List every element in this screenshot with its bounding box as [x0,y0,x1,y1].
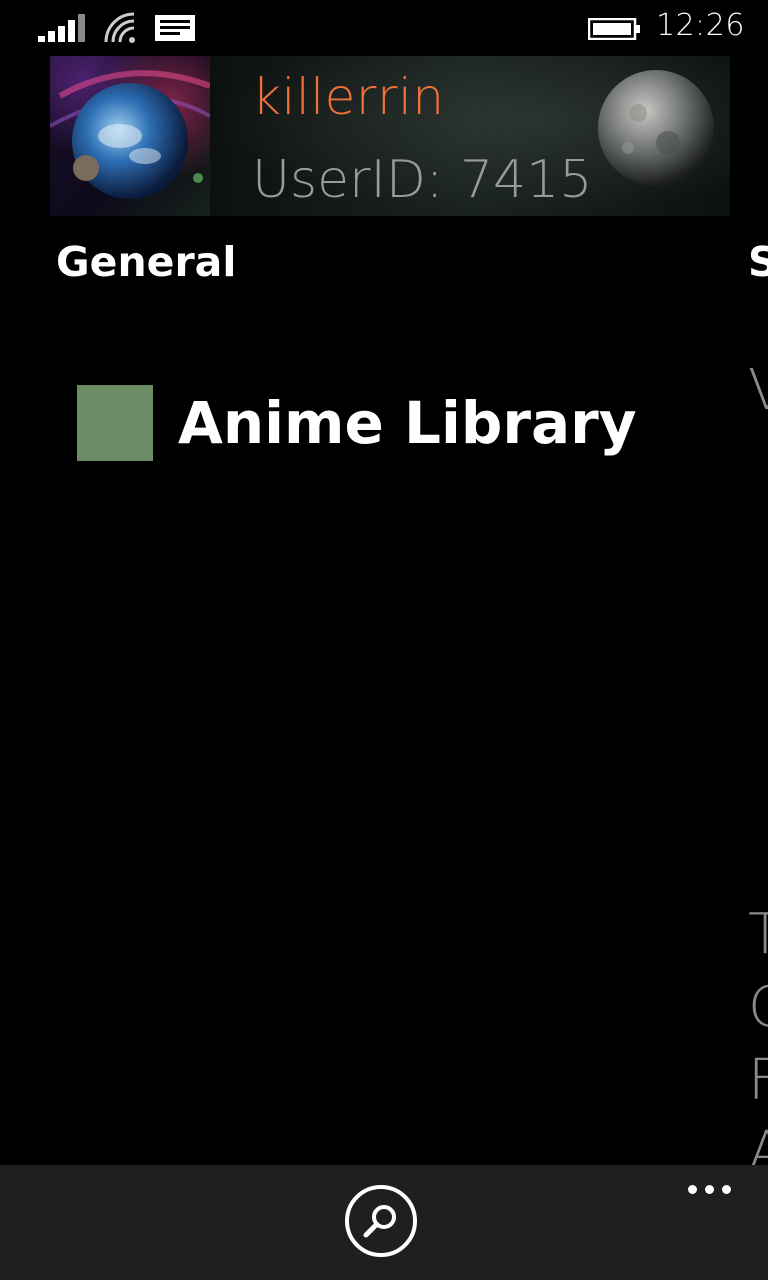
more-icon [722,1185,731,1194]
tile-swatch [77,385,153,461]
status-time: 12:26 [656,8,745,43]
more-icon [688,1185,697,1194]
anime-library-label: Anime Library [178,389,637,457]
next-panel-peek-text: C [748,975,768,1040]
search-button[interactable] [345,1185,417,1257]
app-bar [0,1165,768,1280]
wifi-icon [104,12,140,48]
pivot-tab-general[interactable]: General [56,238,236,286]
message-icon [154,14,196,46]
user-id: UserID: 7415 [252,150,593,210]
next-panel-peek-text: T [748,902,768,967]
app-screen: 12:26 killerrin UserID: 7415 General S A… [0,0,768,1280]
signal-icon [38,12,88,48]
more-button[interactable] [684,1179,736,1199]
next-panel-peek-text: F [748,1048,768,1113]
pivot-tab-next[interactable]: S [748,238,768,286]
search-icon [363,1205,396,1238]
next-panel-peek-text: V [748,358,768,423]
profile-avatar[interactable] [50,56,210,216]
status-bar: 12:26 [0,0,768,56]
more-icon [705,1185,714,1194]
profile-header[interactable]: killerrin UserID: 7415 [50,56,730,216]
username: killerrin [252,68,445,126]
battery-icon [587,17,642,44]
